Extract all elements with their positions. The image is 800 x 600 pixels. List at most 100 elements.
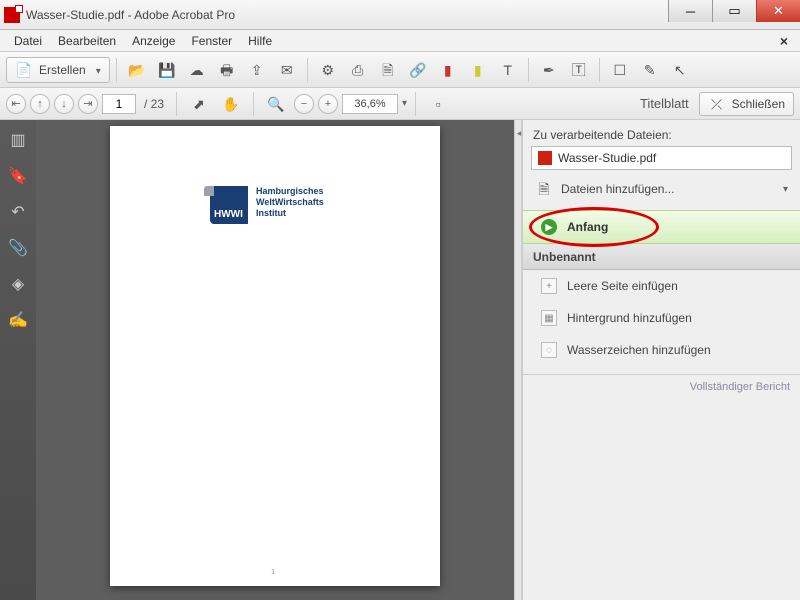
menu-hilfe[interactable]: Hilfe [240, 32, 280, 50]
section-title: Unbenannt [533, 250, 596, 264]
add-background[interactable]: ▦ Hintergrund hinzufügen [523, 302, 800, 334]
email-button[interactable]: ✉ [273, 57, 301, 83]
navbar: ⇤ ↑ ↓ ⇥ / 23 ⬈ ✋ 🔍 − + 36,6% ▾ ▫ Titelbl… [0, 88, 800, 120]
panel-footer-link[interactable]: Vollständiger Bericht [523, 374, 800, 399]
start-label: Anfang [567, 220, 608, 234]
open-button[interactable]: 📂 [123, 57, 151, 83]
undo-icon[interactable]: ↶ [8, 202, 28, 222]
tool-3[interactable]: 🗎 [374, 57, 402, 83]
logo-line2: WeltWirtschafts [256, 197, 324, 208]
signatures-icon[interactable]: ✍ [8, 310, 28, 330]
separator [176, 92, 177, 116]
menu-datei[interactable]: Datei [6, 32, 50, 50]
chevron-down-icon[interactable]: ▾ [402, 98, 407, 109]
separator [528, 58, 529, 82]
page-input[interactable] [102, 94, 136, 114]
sign-icon: ✒ [540, 61, 558, 79]
add-watermark[interactable]: ◌ Wasserzeichen hinzufügen [523, 334, 800, 366]
close-panel-button[interactable]: ⤫ Schließen [699, 92, 794, 116]
edit-icon: ✎ [641, 61, 659, 79]
pdf-icon [4, 7, 20, 23]
save-button[interactable]: 💾 [153, 57, 181, 83]
watermark-icon: ◌ [541, 342, 557, 358]
add-background-label: Hintergrund hinzufügen [567, 311, 692, 325]
thumbnails-icon[interactable]: ▥ [8, 130, 28, 150]
maximize-button[interactable]: ▭ [712, 0, 756, 22]
close-panel-label: Schließen [732, 97, 785, 111]
tool-12[interactable]: ↖ [666, 57, 694, 83]
cloud-button[interactable]: ☁ [183, 57, 211, 83]
last-page-button[interactable]: ⇥ [78, 94, 98, 114]
add-watermark-label: Wasserzeichen hinzufügen [567, 343, 711, 357]
logo-abbr: HWWI [214, 209, 243, 220]
logo-line3: Institut [256, 208, 324, 219]
tool-6[interactable]: ▮ [464, 57, 492, 83]
link-icon: 🔗 [409, 61, 427, 79]
tool-2[interactable]: ⎙ [344, 57, 372, 83]
email-icon: ✉ [278, 61, 296, 79]
add-files-label: Dateien hinzufügen... [561, 182, 674, 196]
cloud-icon: ☁ [188, 61, 206, 79]
zoom-tool[interactable]: 🔍 [262, 91, 290, 117]
insert-blank-label: Leere Seite einfügen [567, 279, 678, 293]
page-number: 1 [271, 569, 275, 576]
select-tool[interactable]: ⬈ [185, 91, 213, 117]
zoom-in-button[interactable]: + [318, 94, 338, 114]
logo-mark: HWWI [210, 186, 248, 224]
tool-5[interactable]: ▮ [434, 57, 462, 83]
share-button[interactable]: ⇪ [243, 57, 271, 83]
pointer-icon: ↖ [671, 61, 689, 79]
tool-1[interactable]: ⚙ [314, 57, 342, 83]
folder-open-icon: 📂 [128, 61, 146, 79]
tool-7[interactable]: T [494, 57, 522, 83]
menu-bearbeiten[interactable]: Bearbeiten [50, 32, 124, 50]
minimize-button[interactable]: ─ [668, 0, 712, 22]
tool-10[interactable]: ☐ [606, 57, 634, 83]
splitter[interactable] [514, 120, 522, 600]
action-title: Titelblatt [640, 96, 689, 111]
view-button[interactable]: ▫ [424, 91, 452, 117]
insert-blank-page[interactable]: + Leere Seite einfügen [523, 270, 800, 302]
create-icon: 📄 [15, 61, 33, 79]
close-window-button[interactable]: ✕ [756, 0, 800, 22]
separator [415, 92, 416, 116]
prev-page-button[interactable]: ↑ [30, 94, 50, 114]
start-button[interactable]: ▶ Anfang [523, 210, 800, 244]
close-document-button[interactable]: × [774, 33, 794, 49]
footer-label: Vollständiger Bericht [690, 381, 790, 393]
next-page-button[interactable]: ↓ [54, 94, 74, 114]
tool-4[interactable]: 🔗 [404, 57, 432, 83]
cursor-icon: ⬈ [190, 95, 208, 113]
text-icon: T [499, 61, 517, 79]
file-entry[interactable]: Wasser-Studie.pdf [531, 146, 792, 170]
tool-9[interactable]: 🅃 [565, 57, 593, 83]
add-file-icon: 🗎 [535, 180, 553, 198]
textbox-icon: 🅃 [570, 61, 588, 79]
logo-text: Hamburgisches WeltWirtschafts Institut [256, 186, 324, 224]
tool-11[interactable]: ✎ [636, 57, 664, 83]
save-icon: 💾 [158, 61, 176, 79]
document-viewport[interactable]: HWWI Hamburgisches WeltWirtschafts Insti… [36, 120, 514, 600]
close-panel-icon: ⤫ [708, 95, 726, 113]
stamp-icon: ⎙ [349, 61, 367, 79]
form-icon: ☐ [611, 61, 629, 79]
menu-anzeige[interactable]: Anzeige [124, 32, 183, 50]
separator [253, 92, 254, 116]
add-files-button[interactable]: 🗎 Dateien hinzufügen... ▾ [531, 178, 792, 200]
separator [599, 58, 600, 82]
attachment-icon[interactable]: 📎 [8, 238, 28, 258]
bookmark-icon[interactable]: 🔖 [8, 166, 28, 186]
main-area: ▥ 🔖 ↶ 📎 ◈ ✍ HWWI Hamburgisches WeltWirts… [0, 120, 800, 600]
print-button[interactable]: 🖶 [213, 57, 241, 83]
layers-icon[interactable]: ◈ [8, 274, 28, 294]
first-page-button[interactable]: ⇤ [6, 94, 26, 114]
menu-fenster[interactable]: Fenster [183, 32, 240, 50]
highlight-icon: ▮ [469, 61, 487, 79]
file-name: Wasser-Studie.pdf [558, 151, 656, 165]
hand-tool[interactable]: ✋ [217, 91, 245, 117]
zoom-out-button[interactable]: − [294, 94, 314, 114]
zoom-level[interactable]: 36,6% [342, 94, 398, 114]
tool-8[interactable]: ✒ [535, 57, 563, 83]
create-button[interactable]: 📄 Erstellen [6, 57, 110, 83]
document-logo: HWWI Hamburgisches WeltWirtschafts Insti… [210, 186, 324, 224]
